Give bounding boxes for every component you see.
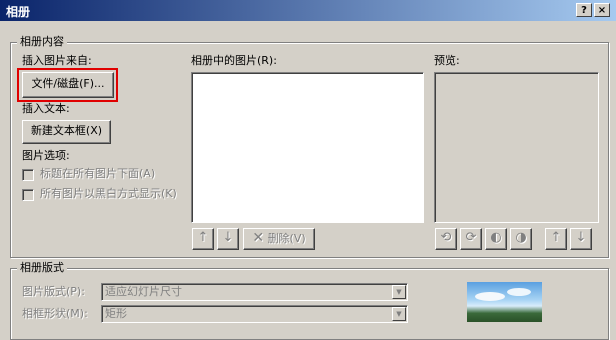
pictures-list[interactable] <box>191 72 424 223</box>
arrow-up-icon: ↑ <box>550 230 562 245</box>
brightness-up-button[interactable]: ↑ <box>545 228 567 250</box>
preview-label: 预览: <box>434 54 460 67</box>
picture-layout-label: 图片版式(P): <box>22 285 85 298</box>
captions-below-label: 标题在所有图片下面(A) <box>40 167 156 180</box>
help-button[interactable]: ? <box>576 3 592 17</box>
delete-button-label: 删除(V) <box>267 232 306 245</box>
contrast-button[interactable]: ◐ <box>485 228 507 250</box>
arrow-down-icon: ↓ <box>575 230 587 245</box>
title-bar: 相册 ? × <box>0 0 616 21</box>
rotate-right-icon: ⟳ <box>465 230 477 245</box>
layout-group-legend: 相册版式 <box>17 262 67 274</box>
move-down-button[interactable]: ↓ <box>217 228 239 250</box>
close-button[interactable]: × <box>594 3 610 17</box>
frame-shape-select[interactable]: 矩形 ▼ <box>101 305 408 323</box>
rotate-right-button[interactable]: ⟳ <box>460 228 482 250</box>
insert-text-label: 插入文本: <box>22 102 70 115</box>
contrast-icon: ◐ <box>490 230 502 245</box>
rotate-left-icon: ⟲ <box>440 230 452 245</box>
delete-button[interactable]: ✕ 删除(V) <box>243 228 315 250</box>
picture-layout-value: 适应幻灯片尺寸 <box>105 285 182 298</box>
window-title: 相册 <box>6 5 31 19</box>
cloud-shape <box>507 288 531 296</box>
move-up-button[interactable]: ↑ <box>192 228 214 250</box>
brightness-down-button[interactable]: ↓ <box>570 228 592 250</box>
layout-preview-image <box>467 282 542 322</box>
picture-options-label: 图片选项: <box>22 149 70 162</box>
black-white-label: 所有图片以黑白方式显示(K) <box>40 187 177 200</box>
highlight-box <box>17 68 118 102</box>
arrow-down-icon: ↓ <box>222 230 234 245</box>
cloud-shape <box>475 292 505 301</box>
preview-pane <box>434 72 599 223</box>
insert-from-label: 插入图片来自: <box>22 54 92 67</box>
chevron-down-icon[interactable]: ▼ <box>392 307 406 321</box>
brightness-icon: ◑ <box>515 230 527 245</box>
brightness-button[interactable]: ◑ <box>510 228 532 250</box>
new-textbox-button-label: 新建文本框(X) <box>30 124 103 137</box>
picture-layout-select[interactable]: 适应幻灯片尺寸 ▼ <box>101 283 408 301</box>
chevron-down-icon[interactable]: ▼ <box>392 285 406 299</box>
frame-shape-value: 矩形 <box>105 307 127 320</box>
content-group-legend: 相册内容 <box>17 36 67 48</box>
rotate-left-button[interactable]: ⟲ <box>435 228 457 250</box>
delete-x-icon: ✕ <box>252 230 265 246</box>
pictures-in-album-label: 相册中的图片(R): <box>191 54 277 67</box>
arrow-up-icon: ↑ <box>197 230 209 245</box>
new-textbox-button[interactable]: 新建文本框(X) <box>22 120 111 144</box>
frame-shape-label: 相框形状(M): <box>22 307 88 320</box>
captions-below-checkbox[interactable] <box>22 169 34 181</box>
black-white-checkbox[interactable] <box>22 189 34 201</box>
